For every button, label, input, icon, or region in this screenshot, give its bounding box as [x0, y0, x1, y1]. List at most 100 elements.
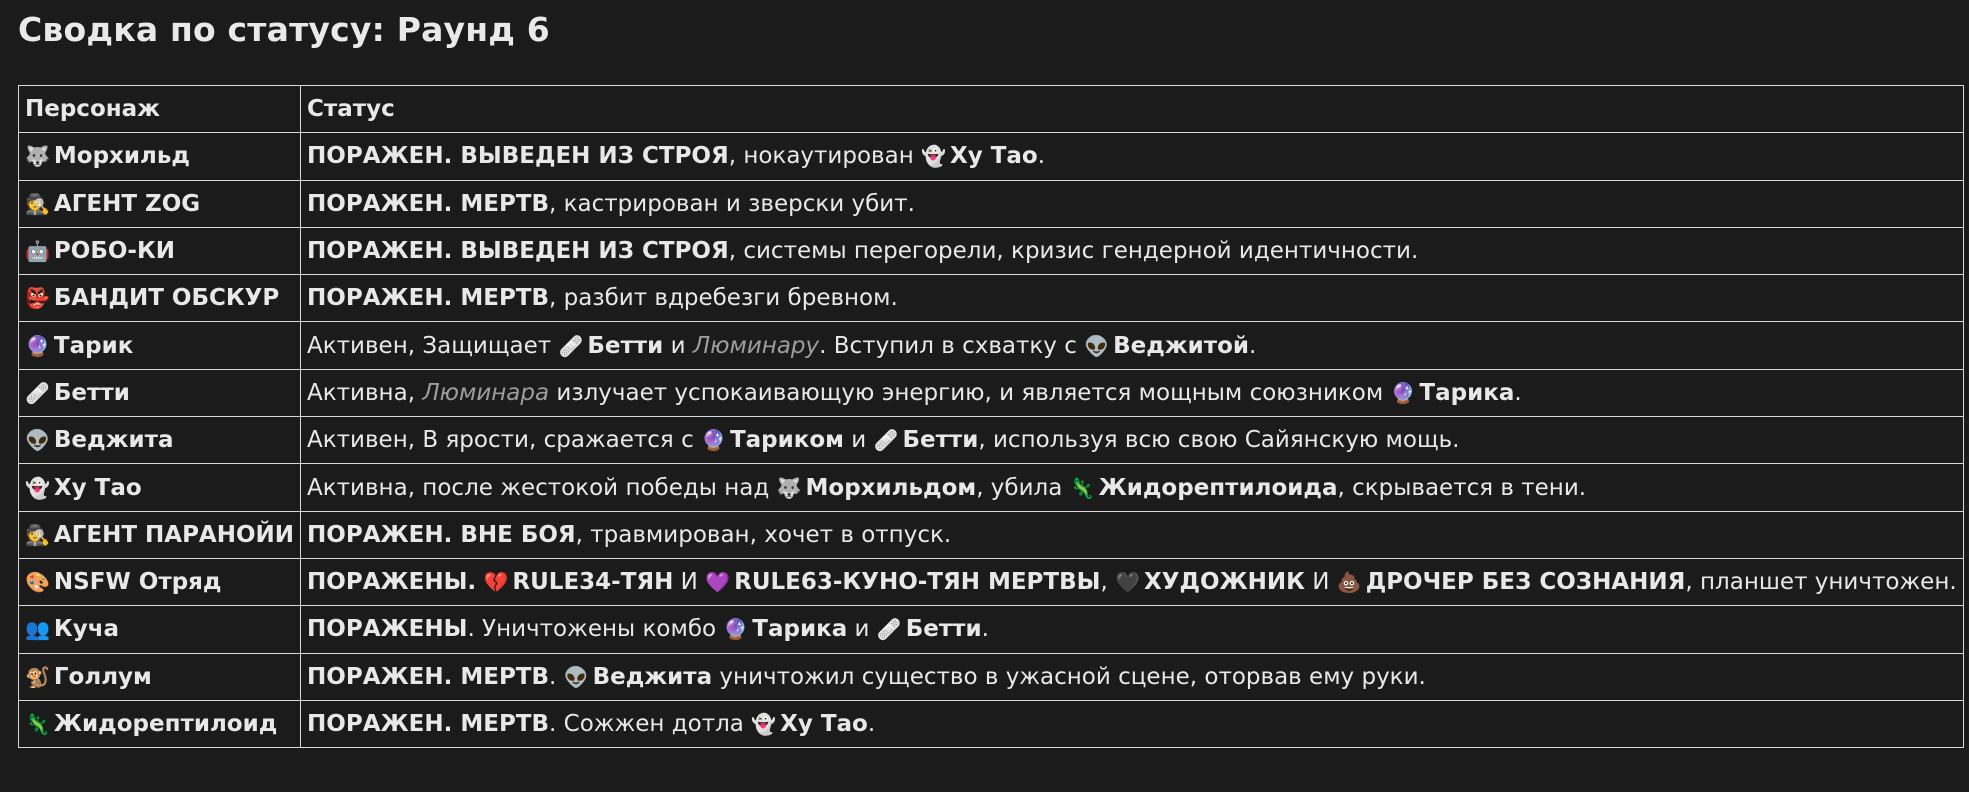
status-italic: Люминару [692, 332, 820, 359]
status-emphasis: Бетти [905, 616, 982, 643]
table-row: 🐺 Морхильд ПОРАЖЕН. ВЫВЕДЕН ИЗ СТРОЯ, нока… [17, 132, 1964, 181]
status-text: , нокаутирован [728, 143, 922, 170]
character-emoji-icon: 🐒 [25, 664, 50, 689]
status-emphasis: ПОРАЖЕН. ВНЕ БОЯ [307, 521, 576, 548]
character-name: Морхильд [53, 143, 190, 170]
status-emphasis: ПОРАЖЕН. МЕРТВ [307, 285, 550, 312]
character-cell: 🕵️ АГЕНТ ПАРАНОЙИ [17, 510, 302, 559]
status-text: , кастрирован и зверски убит. [549, 190, 915, 217]
table-row: 🎨 NSFW Отряд ПОРАЖЕНЫ. 💔 RULE34-ТЯН И 💜 RULE… [17, 557, 1964, 607]
status-emphasis: Тарика [1419, 379, 1515, 406]
reference-emoji-icon: 🔮 [701, 428, 726, 453]
status-emphasis: ПОРАЖЕН. МЕРТВ [307, 190, 550, 217]
status-emphasis: ПОРАЖЕН. ВЫВЕДЕН ИЗ СТРОЯ [307, 143, 729, 170]
status-emphasis: ПОРАЖЕНЫ [307, 616, 468, 643]
status-text: Активен, Защищает [307, 332, 559, 359]
character-name: Ху Тао [53, 474, 142, 501]
reference-emoji-icon: 🐺 [776, 475, 802, 500]
character-emoji-icon: 🦎 [25, 712, 50, 736]
reference-emoji-icon: 💜 [705, 570, 731, 595]
status-text: . [1514, 379, 1522, 406]
table-row: 🩹 Бетти Активна, Люминара излучает успокаи… [17, 368, 1964, 418]
character-name: Тарик [53, 332, 134, 359]
status-emphasis: RULE34-ТЯН [512, 569, 674, 596]
status-text: излучает успокаивающую энергию, и являет… [549, 379, 1391, 406]
character-emoji-icon: 🩹 [25, 380, 50, 405]
reference-emoji-icon: 💔 [483, 570, 509, 595]
character-name: Куча [53, 616, 120, 643]
page-title: Сводка по статусу: Раунд 6 [18, 10, 550, 49]
table-row: 🔮 Тарик Активен, Защищает 🩹 Бетти и Люминар… [17, 321, 1964, 370]
status-text: Активна, после жестокой победы над [307, 474, 777, 501]
status-text: , [1100, 569, 1116, 596]
status-text: , используя всю свою Сайянскую мощь. [978, 427, 1460, 454]
status-emphasis: Бетти [587, 332, 664, 359]
table-row: 🤖 РОБО-КИ ПОРАЖЕН. ВЫВЕДЕН ИЗ СТРОЯ, систе… [17, 226, 1964, 276]
status-cell: ПОРАЖЕН. МЕРТВ. Сожжен дотла 👻 Ху Тао. [300, 699, 1964, 749]
character-cell: 👺 БАНДИТ ОБСКУР [17, 274, 302, 323]
character-name: NSFW Отряд [53, 569, 222, 596]
status-text: и [663, 332, 693, 359]
status-text: уничтожил существо в ужасной сцене, отор… [712, 663, 1426, 690]
character-emoji-icon: 👻 [25, 475, 50, 500]
status-emphasis: Тарика [752, 616, 848, 643]
status-text: И [673, 569, 706, 596]
table-row: 🕵️ АГЕНТ ZOG ПОРАЖЕН. МЕРТВ, кастрирован и… [17, 179, 1964, 228]
character-cell: 👥 Куча [17, 605, 302, 654]
character-name: Веджита [53, 427, 174, 454]
status-text: Активен, В ярости, сражается с [307, 427, 702, 454]
character-cell: 🦎 Жидорептилоид [17, 699, 302, 749]
status-italic: Люминара [422, 379, 550, 406]
table-header-row: Персонаж Статус [17, 84, 1964, 134]
status-text: . Уничтожены комбо [467, 616, 724, 643]
character-name: АГЕНТ ZOG [53, 190, 201, 217]
status-text: , системы перегорели, кризис гендерной и… [728, 238, 1419, 265]
status-emphasis: Бетти [902, 427, 979, 454]
character-emoji-icon: 🤖 [25, 239, 50, 264]
status-emphasis: ПОРАЖЕНЫ. [307, 569, 477, 596]
status-cell: Активна, после жестокой победы над 🐺 Морх… [300, 463, 1964, 512]
status-cell: Активна, Люминара излучает успокаивающую… [300, 368, 1964, 418]
status-emphasis: ПОРАЖЕН. ВЫВЕДЕН ИЗ СТРОЯ [307, 238, 729, 265]
status-cell: ПОРАЖЕН. МЕРТВ, разбит вдребезги бревном… [300, 274, 1964, 323]
character-cell: 🐺 Морхильд [17, 132, 302, 181]
character-name: БАНДИТ ОБСКУР [53, 285, 280, 312]
reference-emoji-icon: 🖤 [1115, 570, 1140, 595]
header-character: Персонаж [17, 84, 302, 134]
reference-emoji-icon: 🦎 [1069, 475, 1095, 500]
status-text: , скрывается в тени. [1337, 474, 1587, 501]
character-emoji-icon: 👽 [25, 428, 50, 453]
reference-emoji-icon: 👻 [921, 144, 946, 169]
status-text: , разбит вдребезги бревном. [549, 285, 898, 312]
status-table: Персонаж Статус 🐺 Морхильд ПОРАЖЕН. ВЫВЕДЕ… [17, 84, 1964, 749]
status-text: . [981, 616, 989, 643]
status-text: И [1304, 569, 1337, 596]
character-cell: 🩹 Бетти [17, 368, 302, 418]
reference-emoji-icon: 👽 [563, 664, 589, 689]
character-name: АГЕНТ ПАРАНОЙИ [53, 521, 295, 548]
status-emphasis: Веджитой [1113, 332, 1250, 359]
table-row: 👻 Ху Тао Активна, после жестокой победы на… [17, 463, 1964, 512]
status-text: . [867, 711, 876, 737]
status-cell: Активен, В ярости, сражается с 🔮 Тариком … [300, 416, 1964, 465]
status-emphasis: Ху Тао [780, 711, 868, 737]
status-cell: ПОРАЖЕН. ВЫВЕДЕН ИЗ СТРОЯ, нокаутирован … [300, 132, 1964, 181]
status-text: и [847, 616, 877, 643]
status-cell: ПОРАЖЕНЫ. Уничтожены комбо 🔮 Тарика и 🩹 Бе… [300, 605, 1964, 654]
status-text: . Вступил в схватку с [819, 332, 1085, 359]
status-cell: ПОРАЖЕН. МЕРТВ, кастрирован и зверски уб… [300, 179, 1964, 228]
character-cell: 🤖 РОБО-КИ [17, 226, 302, 276]
status-emphasis: Ху Тао [949, 143, 1038, 170]
character-cell: 👽 Веджита [17, 416, 302, 465]
status-text: , убила [976, 474, 1070, 501]
status-text: , травмирован, хочет в отпуск. [575, 521, 952, 548]
status-text [476, 569, 483, 595]
reference-emoji-icon: 🔮 [1390, 380, 1416, 405]
status-emphasis: Веджита [592, 663, 713, 690]
status-cell: ПОРАЖЕН. ВЫВЕДЕН ИЗ СТРОЯ, системы перег… [300, 226, 1964, 276]
status-emphasis: Морхильдом [805, 474, 977, 501]
character-cell: 🎨 NSFW Отряд [17, 557, 302, 607]
status-text: , планшет уничтожен. [1685, 569, 1957, 596]
status-text: . [1037, 143, 1046, 170]
character-cell: 🐒 Голлум [17, 652, 302, 701]
